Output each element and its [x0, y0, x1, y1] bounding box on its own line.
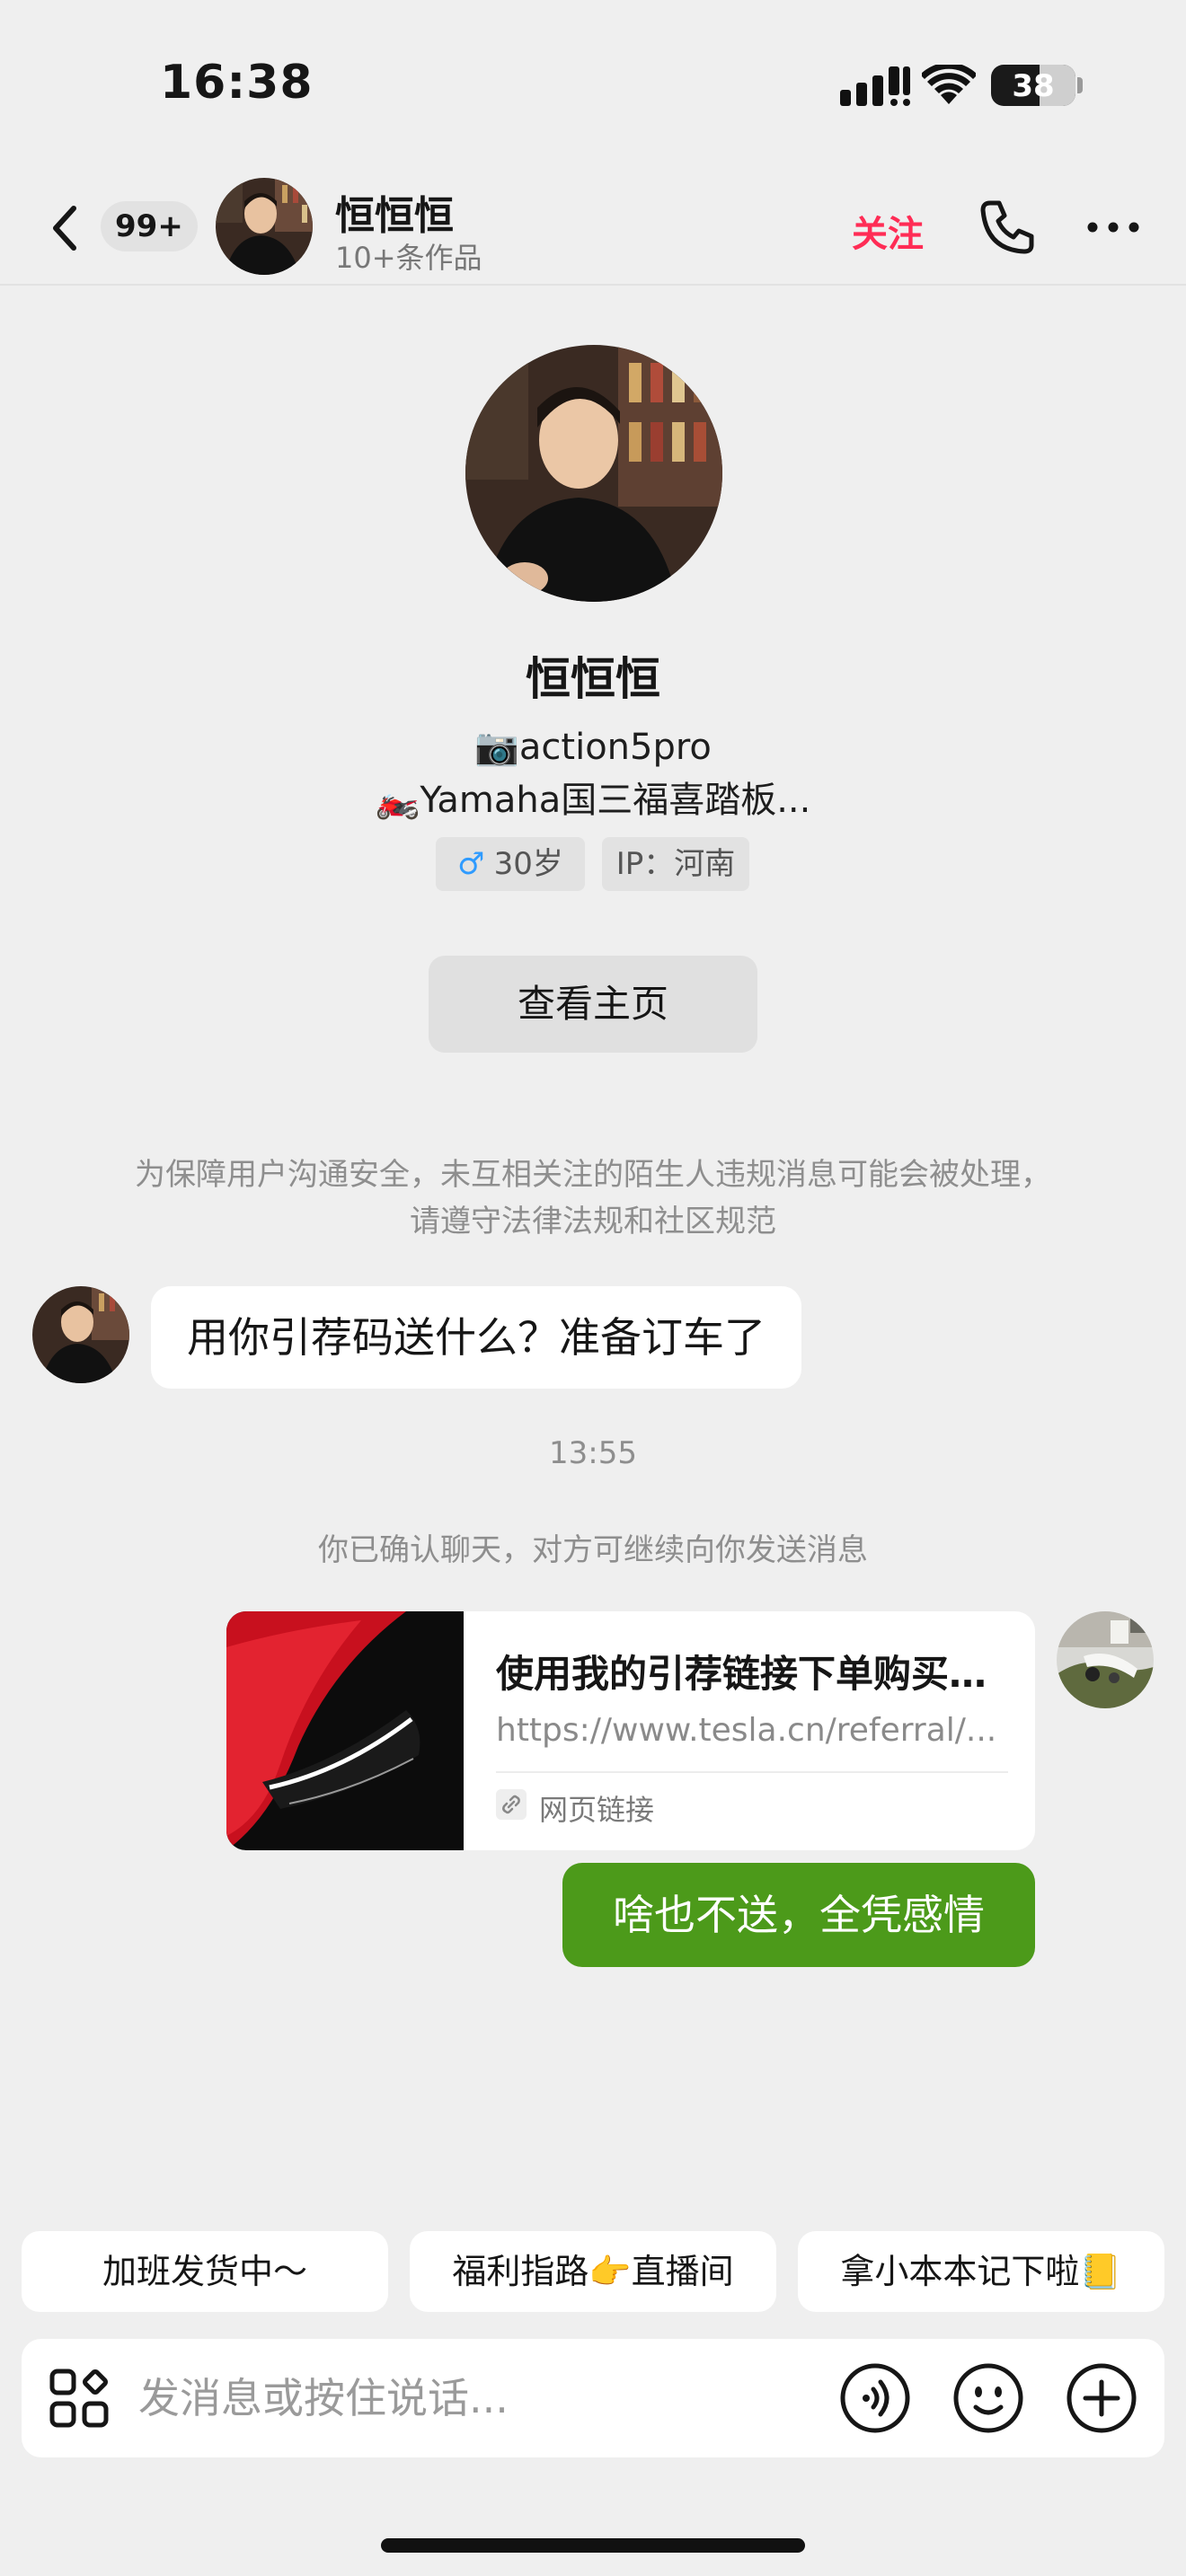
my-avatar-image — [1057, 1611, 1154, 1708]
header-contact-name[interactable]: 恒恒恒 — [335, 183, 454, 241]
emoji-icon[interactable] — [952, 2362, 1024, 2434]
link-card-url: https://www.tesla.cn/referral/... — [496, 1712, 997, 1749]
unread-count-badge[interactable]: 99+ — [101, 201, 198, 251]
profile-avatar[interactable] — [465, 345, 722, 602]
quick-reply-chip[interactable]: 加班发货中～ — [22, 2231, 388, 2312]
status-time: 16:38 — [160, 56, 314, 110]
quick-reply-chip[interactable]: 福利指路👉直播间 — [410, 2231, 776, 2312]
link-card-title: 使用我的引荐链接下单购买… — [496, 1652, 987, 1696]
status-bar: 16:38 38 — [0, 0, 1186, 171]
avatar-image — [216, 178, 313, 275]
chat-confirmed-note: 你已确认聊天，对方可继续向你发送消息 — [318, 1532, 868, 1568]
plus-icon[interactable] — [1066, 2362, 1137, 2434]
profile-bio-line-2: 🏍️Yamaha国三福喜踏板... — [375, 780, 811, 821]
incoming-avatar-image — [32, 1286, 129, 1383]
header-works-count: 10+条作品 — [335, 241, 482, 275]
age-text: 30岁 — [493, 846, 563, 882]
back-icon[interactable] — [43, 199, 88, 257]
link-card-type: 网页链接 — [539, 1793, 655, 1827]
phone-icon[interactable] — [978, 198, 1037, 257]
shared-link-card[interactable]: 使用我的引荐链接下单购买… https://www.tesla.cn/refer… — [226, 1611, 1035, 1850]
profile-name: 恒恒恒 — [526, 653, 660, 705]
follow-button[interactable]: 关注 — [852, 205, 924, 257]
link-thumbnail-image — [226, 1611, 464, 1850]
battery-level: 38 — [1012, 68, 1055, 104]
header-avatar[interactable] — [216, 178, 313, 275]
cellular-signal-icon — [840, 66, 910, 106]
link-card-divider — [496, 1771, 1008, 1773]
ip-location-tag: IP：河南 — [602, 837, 749, 891]
outgoing-message-bubble[interactable]: 啥也不送，全凭感情 — [562, 1863, 1035, 1967]
profile-bio-line-1: 📷action5pro — [474, 727, 712, 768]
quick-reply-chip[interactable]: 拿小本本记下啦📒 — [798, 2231, 1164, 2312]
more-options-icon[interactable] — [1085, 216, 1141, 239]
battery-tip — [1077, 77, 1083, 93]
safety-notice: 为保障用户沟通安全，未互相关注的陌生人违规消息可能会被处理，请遵守法律法规和社区… — [135, 1157, 1051, 1239]
message-timestamp: 13:55 — [549, 1435, 637, 1471]
my-avatar[interactable] — [1057, 1611, 1154, 1708]
incoming-message-bubble[interactable]: 用你引荐码送什么？准备订车了 — [151, 1286, 801, 1389]
link-chain-icon — [496, 1789, 527, 1820]
home-indicator[interactable] — [381, 2538, 805, 2553]
chat-header: 99+ 恒恒恒 10+条作品 关注 — [0, 171, 1186, 286]
apps-grid-icon[interactable] — [49, 2368, 110, 2429]
incoming-message-avatar[interactable] — [32, 1286, 129, 1383]
view-homepage-button[interactable]: 查看主页 — [429, 956, 757, 1053]
voice-icon[interactable] — [839, 2362, 911, 2434]
wifi-icon — [922, 65, 976, 104]
profile-avatar-image — [465, 345, 722, 602]
message-input[interactable] — [138, 2366, 821, 2430]
gender-age-tag: ♂ 30岁 — [436, 837, 585, 891]
male-gender-icon: ♂ — [457, 846, 485, 882]
battery-icon: 38 — [991, 65, 1075, 106]
message-input-bar — [22, 2339, 1164, 2457]
